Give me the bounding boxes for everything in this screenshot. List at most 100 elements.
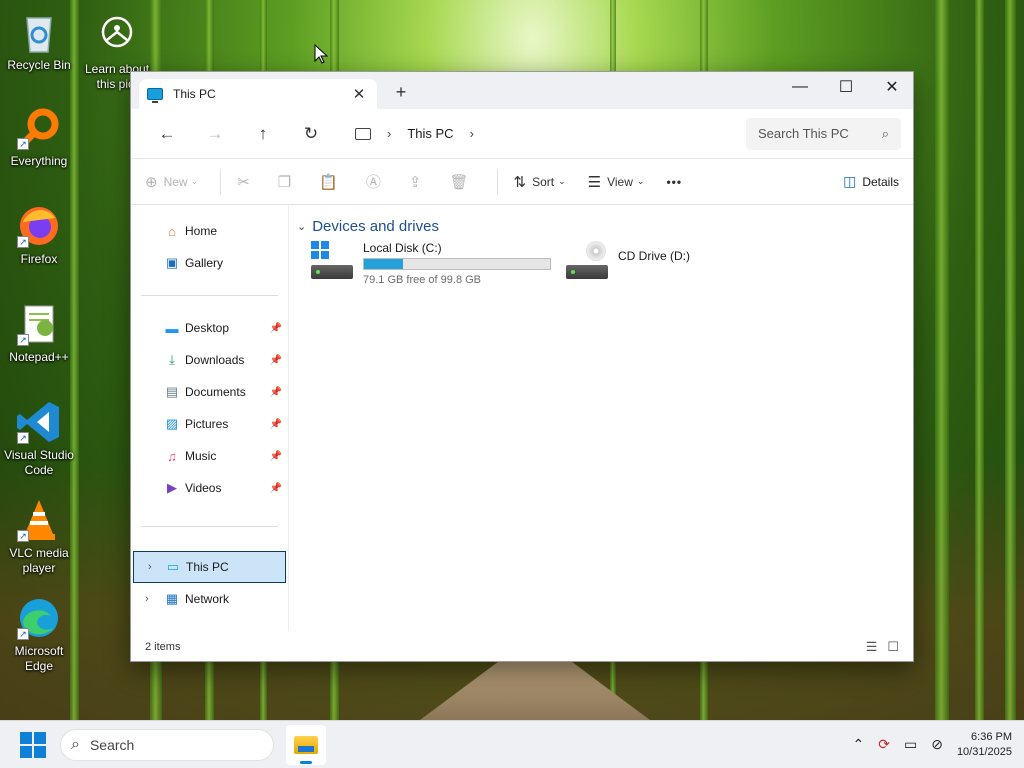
new-button-label: New bbox=[163, 174, 188, 189]
sidebar-item-label: Network bbox=[185, 592, 230, 606]
minimize-button[interactable]: — bbox=[777, 72, 823, 102]
clock[interactable]: 6:36 PM 10/31/2025 bbox=[957, 730, 1012, 760]
desktop-icon-label: Microsoft Edge bbox=[14, 644, 64, 673]
desktop-icon-everything[interactable]: ↗ Everything bbox=[0, 104, 78, 169]
pin-icon[interactable]: 📌 bbox=[270, 323, 282, 334]
pin-icon[interactable]: 📌 bbox=[270, 419, 282, 430]
desktop-icon-notepad-plus-plus[interactable]: ↗ Notepad++ bbox=[0, 300, 78, 365]
sidebar-item-pictures[interactable]: ▨ Pictures 📌 bbox=[131, 408, 288, 440]
start-button[interactable] bbox=[20, 731, 46, 758]
divider bbox=[141, 295, 278, 296]
desktop-icon-vlc[interactable]: ↗ VLC media player bbox=[0, 496, 78, 576]
drive-name: CD Drive (D:) bbox=[618, 249, 690, 263]
forward-button[interactable]: → bbox=[191, 124, 239, 144]
drive-free-space: 79.1 GB free of 99.8 GB bbox=[363, 274, 482, 286]
notepad-plus-plus-icon: ↗ bbox=[15, 300, 63, 348]
sidebar-item-downloads[interactable]: ⤓ Downloads 📌 bbox=[131, 344, 288, 376]
refresh-button[interactable]: ↻ bbox=[287, 124, 335, 144]
rename-button[interactable]: Ⓐ bbox=[366, 171, 387, 192]
file-explorer-taskbar-button[interactable] bbox=[286, 724, 326, 765]
view-list-icon: ☰ bbox=[587, 173, 602, 191]
local-disk-icon bbox=[311, 241, 355, 285]
display-icon[interactable]: ▭ bbox=[904, 736, 917, 753]
tab-close-button[interactable]: ✕ bbox=[349, 85, 369, 103]
item-count: 2 items bbox=[145, 641, 181, 653]
chevron-down-icon: ⌄ bbox=[636, 176, 645, 186]
search-input[interactable]: Search This PC ⌕ bbox=[746, 117, 901, 150]
desktop-icon-vscode[interactable]: ↗ Visual Studio Code bbox=[0, 398, 78, 478]
sidebar-item-desktop[interactable]: ▬ Desktop 📌 bbox=[131, 312, 288, 344]
tab-this-pc[interactable]: This PC ✕ bbox=[139, 79, 377, 109]
back-button[interactable]: ← bbox=[143, 124, 191, 144]
home-icon: ⌂ bbox=[168, 223, 176, 239]
search-icon: ⌕ bbox=[71, 735, 80, 753]
desktop-icon-label: Firefox bbox=[20, 252, 58, 266]
drive-cd-d[interactable]: CD Drive (D:) bbox=[566, 241, 821, 291]
videos-icon: ▶ bbox=[167, 480, 177, 495]
new-tab-button[interactable]: + bbox=[391, 82, 411, 103]
chevron-right-icon[interactable]: › bbox=[387, 126, 391, 141]
details-view-icon[interactable]: ☰ bbox=[866, 639, 878, 655]
command-bar: ⊕ New ⌄ ✂ ❐ 📋 Ⓐ ⇪ 🗑 ⇅ Sort ⌄ ☰ View ⌄ ••… bbox=[131, 159, 913, 205]
chevron-up-icon[interactable]: ⌃ bbox=[853, 736, 865, 753]
desktop-icon-label: VLC media player bbox=[9, 546, 69, 575]
desktop-icon-recycle-bin[interactable]: Recycle Bin bbox=[0, 8, 78, 73]
pin-icon[interactable]: 📌 bbox=[270, 451, 282, 462]
sidebar-item-music[interactable]: ♫ Music 📌 bbox=[131, 440, 288, 472]
sidebar-item-label: Videos bbox=[185, 481, 222, 495]
chevron-right-icon[interactable]: › bbox=[470, 126, 474, 141]
tiles-view-icon[interactable]: ☐ bbox=[887, 639, 899, 655]
sort-button[interactable]: ⇅ Sort ⌄ bbox=[514, 173, 566, 191]
share-button[interactable]: ⇪ bbox=[409, 173, 428, 191]
copy-button[interactable]: ❐ bbox=[278, 173, 297, 191]
clock-date: 10/31/2025 bbox=[956, 745, 1012, 758]
delete-button[interactable]: 🗑 bbox=[449, 173, 474, 191]
mouse-cursor bbox=[314, 44, 328, 64]
sidebar-item-documents[interactable]: ▤ Documents 📌 bbox=[131, 376, 288, 408]
details-button[interactable]: ◫ Details bbox=[843, 173, 899, 190]
pin-icon[interactable]: 📌 bbox=[270, 483, 282, 494]
taskbar: ⌕ Search ⌃ ⟳ ▭ ⊘ 6:36 PM 10/31/2025 bbox=[0, 720, 1024, 768]
navigation-pane: ⌂ Home ▣ Gallery ▬ Desktop 📌 ⤓ Downloads… bbox=[131, 205, 289, 631]
maximize-button[interactable]: ☐ bbox=[823, 72, 869, 102]
desktop-icon-firefox[interactable]: ↗ Firefox bbox=[0, 202, 78, 267]
system-tray: ⌃ ⟳ ▭ ⊘ 6:36 PM 10/31/2025 bbox=[853, 730, 1024, 760]
sidebar-item-this-pc[interactable]: › ▭ This PC bbox=[133, 551, 286, 583]
desktop-icon-label: Recycle Bin bbox=[7, 58, 71, 72]
drive-name: Local Disk (C:) bbox=[363, 241, 442, 255]
new-button[interactable]: ⊕ New ⌄ bbox=[145, 173, 198, 191]
drive-usage-fill bbox=[364, 259, 403, 269]
up-button[interactable]: ↑ bbox=[239, 124, 287, 144]
close-window-button[interactable]: ✕ bbox=[869, 72, 915, 102]
file-explorer-icon bbox=[294, 735, 318, 754]
sidebar-item-gallery[interactable]: ▣ Gallery bbox=[131, 247, 288, 279]
desktop-icon-edge[interactable]: ↗ Microsoft Edge bbox=[0, 594, 78, 674]
view-button[interactable]: ☰ View ⌄ bbox=[588, 173, 645, 191]
chevron-down-icon: ⌄ bbox=[558, 176, 566, 186]
learn-about-picture-icon bbox=[93, 12, 141, 60]
divider bbox=[141, 526, 278, 527]
group-header-devices[interactable]: ⌄ Devices and drives bbox=[297, 215, 905, 237]
chevron-right-icon[interactable]: › bbox=[148, 561, 152, 573]
pin-icon[interactable]: 📌 bbox=[270, 387, 282, 398]
sidebar-item-videos[interactable]: ▶ Videos 📌 bbox=[131, 472, 288, 504]
pin-icon[interactable]: 📌 bbox=[270, 355, 282, 366]
desktop-icon-label: Everything bbox=[10, 154, 68, 168]
trash-icon: 🗑 bbox=[449, 173, 469, 191]
taskbar-search[interactable]: ⌕ Search bbox=[60, 728, 274, 761]
address-bar[interactable]: › This PC › bbox=[343, 117, 743, 150]
sidebar-item-home[interactable]: ⌂ Home bbox=[131, 215, 288, 247]
tab-title: This PC bbox=[173, 87, 216, 101]
update-icon[interactable]: ⟳ bbox=[878, 736, 890, 753]
drive-local-disk-c[interactable]: Local Disk (C:) 79.1 GB free of 99.8 GB bbox=[311, 241, 566, 291]
everything-search-icon: ↗ bbox=[15, 104, 63, 152]
more-dots-icon: ••• bbox=[666, 174, 683, 189]
network-status-icon[interactable]: ⊘ bbox=[931, 736, 943, 753]
desktop-icon-label: Notepad++ bbox=[9, 350, 69, 364]
breadcrumb-this-pc[interactable]: This PC bbox=[407, 126, 453, 141]
paste-button[interactable]: 📋 bbox=[319, 173, 344, 191]
chevron-right-icon[interactable]: › bbox=[145, 593, 149, 605]
sidebar-item-network[interactable]: › ▦ Network bbox=[131, 583, 288, 615]
more-options-button[interactable]: ••• bbox=[666, 175, 682, 189]
cut-button[interactable]: ✂ bbox=[237, 173, 256, 191]
